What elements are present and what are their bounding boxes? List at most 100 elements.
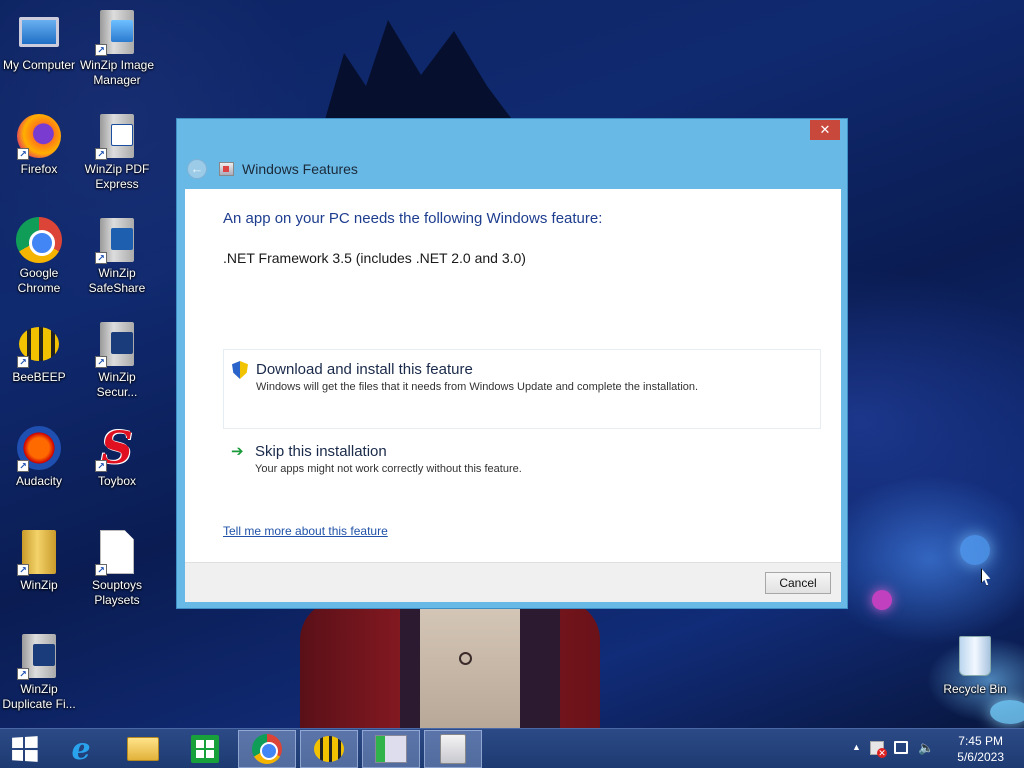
option-title: Download and install this feature <box>256 361 473 378</box>
dialog-body: An app on your PC needs the following Wi… <box>185 189 841 562</box>
winzip-secure-icon: ↗ <box>93 320 141 368</box>
shortcut-arrow-icon: ↗ <box>95 460 107 472</box>
system-tray: ▲ 🔈 7:45 PM 5/6/2023 <box>844 729 1024 768</box>
toybox-icon: S ↗ <box>93 424 141 472</box>
shortcut-arrow-icon: ↗ <box>95 356 107 368</box>
wallpaper-light <box>872 590 892 610</box>
shortcut-arrow-icon: ↗ <box>17 564 29 576</box>
internet-explorer-icon: e <box>71 731 91 767</box>
learn-more-link[interactable]: Tell me more about this feature <box>223 524 388 538</box>
winzip-icon: ↗ <box>15 528 63 576</box>
recycle-bin-icon <box>951 632 999 680</box>
download-install-option[interactable]: Download and install this feature Window… <box>223 349 821 429</box>
shortcut-arrow-icon: ↗ <box>95 252 107 264</box>
desktop-icon-winzip-image-manager[interactable]: ↗ WinZip Image Manager <box>78 8 156 88</box>
windows-start-icon <box>12 736 38 762</box>
taskbar-beebeep[interactable] <box>300 730 358 768</box>
shortcut-arrow-icon: ↗ <box>95 148 107 160</box>
desktop-icon-winzip-safeshare[interactable]: ↗ WinZip SafeShare <box>78 216 156 296</box>
desktop-icon-my-computer[interactable]: My Computer <box>0 8 78 73</box>
dialog-header: ← Windows Features <box>185 151 841 187</box>
cancel-button[interactable]: Cancel <box>765 572 831 594</box>
desktop-icon-souptoys-playsets[interactable]: ↗ Souptoys Playsets <box>78 528 156 608</box>
desktop-icon-label: Recycle Bin <box>943 682 1007 696</box>
desktop-icon-recycle-bin[interactable]: Recycle Bin <box>936 632 1014 697</box>
winzip-image-icon: ↗ <box>93 8 141 56</box>
winzip-pdf-icon: ↗ <box>93 112 141 160</box>
desktop-icon-label: Toybox <box>97 474 137 488</box>
desktop-icon-label: WinZip Image Manager <box>79 58 155 87</box>
folder-icon <box>127 737 159 761</box>
dialog-title: Windows Features <box>242 161 358 177</box>
taskbar-task-manager[interactable] <box>362 730 420 768</box>
desktop-icon-beebeep[interactable]: ↗ BeeBEEP <box>0 320 78 385</box>
taskbar-store[interactable] <box>176 730 234 768</box>
beebeep-icon: ↗ <box>15 320 63 368</box>
option-description: Your apps might not work correctly witho… <box>255 463 522 475</box>
action-center-flag-icon[interactable] <box>870 741 887 758</box>
desktop-icon-label: Google Chrome <box>17 266 61 295</box>
shortcut-arrow-icon: ↗ <box>17 148 29 160</box>
wallpaper-figure-shirt <box>420 600 530 728</box>
volume-icon[interactable]: 🔈 <box>918 740 934 756</box>
clock-date: 5/6/2023 <box>957 750 1004 764</box>
desktop-icon-label: Audacity <box>15 474 63 488</box>
document-icon: ↗ <box>93 528 141 576</box>
desktop-icon-winzip-duplicate-finder[interactable]: ↗ WinZip Duplicate Fi... <box>0 632 78 712</box>
task-manager-icon <box>375 735 407 763</box>
wallpaper-light <box>990 700 1024 724</box>
desktop-icon-winzip[interactable]: ↗ WinZip <box>0 528 78 593</box>
shortcut-arrow-icon: ↗ <box>17 460 29 472</box>
green-arrow-icon: ➔ <box>231 443 244 460</box>
desktop-icon-label: WinZip SafeShare <box>88 266 146 295</box>
desktop-icon-label: BeeBEEP <box>12 370 66 384</box>
wallpaper-figure-hair <box>322 20 520 130</box>
network-icon[interactable] <box>894 741 908 754</box>
taskbar-chrome[interactable] <box>238 730 296 768</box>
wallpaper-figure-button <box>459 652 472 665</box>
windows-features-dialog: ✕ ← Windows Features An app on your PC n… <box>176 118 848 609</box>
firefox-icon: ↗ <box>15 112 63 160</box>
feature-name: .NET Framework 3.5 (includes .NET 2.0 an… <box>223 250 526 266</box>
windows-features-icon <box>440 734 466 764</box>
shortcut-arrow-icon: ↗ <box>17 356 29 368</box>
beebeep-icon <box>314 736 344 762</box>
taskbar-windows-features[interactable] <box>424 730 482 768</box>
close-button[interactable]: ✕ <box>810 120 840 140</box>
desktop-icon-audacity[interactable]: ↗ Audacity <box>0 424 78 489</box>
taskbar: e ▲ 🔈 7:45 PM 5/6/2023 <box>0 728 1024 768</box>
windows-features-icon <box>219 162 234 176</box>
clock-time: 7:45 PM <box>958 734 1003 748</box>
taskbar-clock[interactable]: 7:45 PM 5/6/2023 <box>957 733 1004 765</box>
store-icon <box>191 735 219 763</box>
desktop-icon-label: Souptoys Playsets <box>91 578 143 607</box>
show-hidden-icons-chevron-icon[interactable]: ▲ <box>852 742 861 752</box>
skip-installation-option[interactable]: ➔ Skip this installation Your apps might… <box>223 432 821 512</box>
wallpaper-figure-vest <box>520 600 560 728</box>
dialog-heading: An app on your PC needs the following Wi… <box>223 210 603 227</box>
desktop-icon-label: WinZip <box>20 578 58 592</box>
desktop-icon-label: WinZip PDF Express <box>84 162 150 191</box>
dialog-footer: Cancel <box>185 562 841 602</box>
chrome-icon <box>252 734 282 764</box>
winzip-duplicate-icon: ↗ <box>15 632 63 680</box>
desktop-icon-google-chrome[interactable]: Google Chrome <box>0 216 78 296</box>
shortcut-arrow-icon: ↗ <box>95 564 107 576</box>
computer-icon <box>15 8 63 56</box>
desktop-icon-label: WinZip Secur... <box>96 370 138 399</box>
shortcut-arrow-icon: ↗ <box>95 44 107 56</box>
desktop-icon-label: Firefox <box>20 162 58 176</box>
shield-icon <box>232 361 248 379</box>
winzip-safeshare-icon: ↗ <box>93 216 141 264</box>
desktop-icon-toybox[interactable]: S ↗ Toybox <box>78 424 156 489</box>
desktop-icon-winzip-pdf-express[interactable]: ↗ WinZip PDF Express <box>78 112 156 192</box>
desktop-icon-label: My Computer <box>2 58 76 72</box>
desktop-icon-firefox[interactable]: ↗ Firefox <box>0 112 78 177</box>
shortcut-arrow-icon: ↗ <box>17 668 29 680</box>
back-arrow-icon[interactable]: ← <box>187 159 207 179</box>
start-button[interactable] <box>2 730 46 768</box>
desktop-icon-winzip-secure[interactable]: ↗ WinZip Secur... <box>78 320 156 400</box>
taskbar-file-explorer[interactable] <box>114 730 172 768</box>
chrome-icon <box>15 216 63 264</box>
taskbar-internet-explorer[interactable]: e <box>52 730 110 768</box>
